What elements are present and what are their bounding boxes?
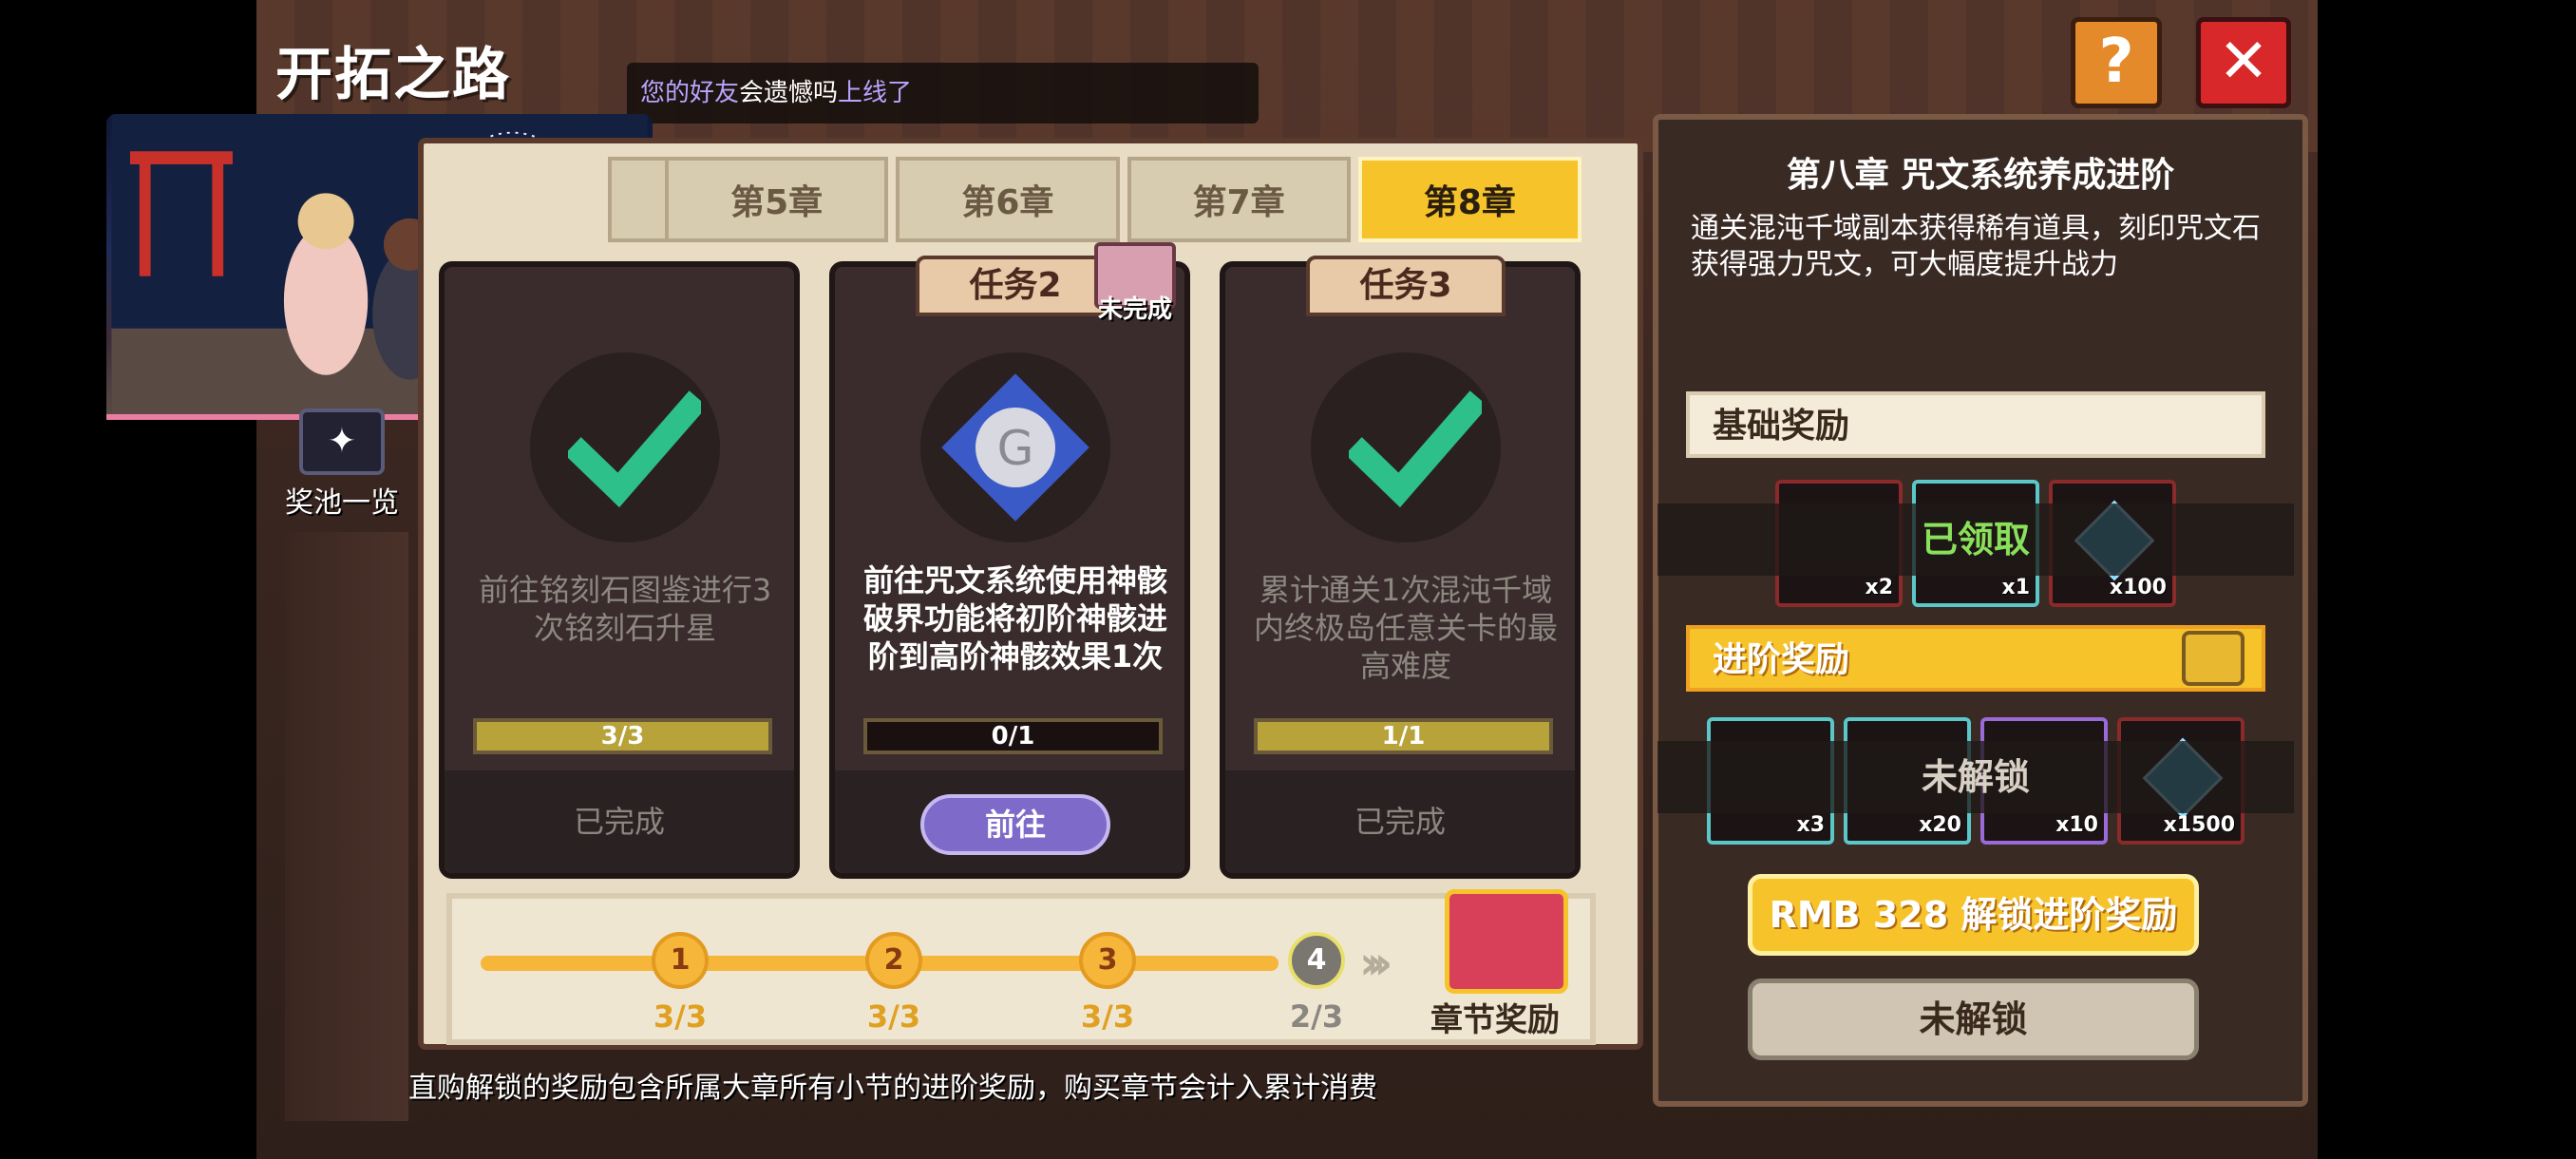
chapter-reward-label: 章节奖励 <box>1430 1001 1560 1039</box>
task-tag: 任务3 <box>1306 256 1506 316</box>
pool-icon: ✦ <box>299 408 385 475</box>
item-qty: x1 <box>2001 576 2031 599</box>
task-card-3: 任务3 累计通关1次混沌千域内终极岛任意关卡的最高难度 1/1 已完成 <box>1220 256 1581 879</box>
track-node-count: 3/3 <box>866 998 921 1035</box>
task-card-2: 任务2 G 前往咒文系统使用神骸破界功能将初阶神骸进阶到高阶神骸效果1次 0/1… <box>829 256 1190 879</box>
svg-text:G: G <box>997 421 1034 476</box>
task-tag: 任务2 <box>916 256 1115 316</box>
left-pillar <box>285 532 408 1121</box>
tab-chapter-7[interactable]: 第7章 <box>1127 157 1351 242</box>
task-medal: G <box>920 352 1110 542</box>
progress-text: 1/1 <box>1381 722 1426 750</box>
unfinished-badge: 未完成 <box>1088 242 1183 347</box>
progress-text: 3/3 <box>600 722 645 750</box>
help-button[interactable]: ? <box>2071 17 2162 108</box>
item-qty: x2 <box>1865 576 1894 599</box>
chevron-right-icon: ››› <box>1359 937 1393 990</box>
track-node-count: 3/3 <box>653 998 708 1035</box>
task-medal <box>1311 352 1501 542</box>
item-qty: x1500 <box>2163 813 2235 837</box>
pool-label: 奖池一览 <box>285 486 399 520</box>
task-status: 已完成 <box>445 770 794 873</box>
chapter-tabs: 第5章 第6章 第7章 第8章 <box>665 157 1582 242</box>
reward-pool-button[interactable]: ✦ 奖池一览 <box>280 408 404 521</box>
locked-button[interactable]: 未解锁 <box>1748 978 2199 1060</box>
progress-text: 0/1 <box>991 722 1035 750</box>
task-card-1: 前往铭刻石图鉴进行3次铭刻石升星 3/3 已完成 <box>439 261 800 879</box>
task-description: 前往咒文系统使用神骸破界功能将初阶神骸进阶到高阶神骸效果1次 <box>862 562 1167 674</box>
checkmark-icon <box>568 390 701 508</box>
locked-overlay: 未解锁 <box>1657 741 2294 813</box>
checkmark-icon <box>1349 390 1482 508</box>
task-status: 已完成 <box>1225 770 1575 873</box>
task-description: 前往铭刻石图鉴进行3次铭刻石升星 <box>478 572 772 646</box>
item-qty: x3 <box>1796 813 1826 837</box>
notification-prefix: 您的好友 <box>640 79 740 107</box>
close-button[interactable]: ✕ <box>2196 17 2291 108</box>
notification-suffix: 上线了 <box>838 79 913 107</box>
basic-reward-header: 基础奖励 <box>1686 391 2265 458</box>
tab-chapter-6[interactable]: 第6章 <box>896 157 1120 242</box>
go-button[interactable]: 前往 <box>920 794 1110 855</box>
purchase-note: 直购解锁的奖励包含所属大章所有小节的进阶奖励，购买章节会计入累计消费 <box>408 1072 1377 1105</box>
track-node-1[interactable]: 1 <box>652 932 709 989</box>
unfinished-label: 未完成 <box>1097 295 1172 324</box>
track-node-count: 2/3 <box>1289 998 1344 1035</box>
task-progress-bar: 1/1 <box>1254 718 1553 754</box>
notification-friend-name: 会遗憾吗 <box>739 79 839 107</box>
task-progress-bar: 3/3 <box>473 718 772 754</box>
item-qty: x20 <box>1919 813 1961 837</box>
track-node-3[interactable]: 3 <box>1079 932 1136 989</box>
rune-stone-icon: G <box>941 373 1089 522</box>
task-medal <box>530 352 720 542</box>
tab-chapter-8[interactable]: 第8章 <box>1357 157 1582 242</box>
page-title: 开拓之路 <box>275 42 511 108</box>
track-node-4[interactable]: 4 <box>1288 932 1345 989</box>
chapter-description: 通关混沌千域副本获得稀有道具，刻印咒文石获得强力咒文，可大幅度提升战力 <box>1691 212 2261 281</box>
advanced-reward-header: 进阶奖励 <box>1686 625 2265 692</box>
unlock-advanced-button[interactable]: RMB 328 解锁进阶奖励 <box>1748 874 2199 956</box>
friend-notification: 您的好友会遗憾吗上线了 <box>627 63 1259 124</box>
lock-icon <box>2182 631 2245 686</box>
track-node-2[interactable]: 2 <box>865 932 922 989</box>
claimed-overlay: 已领取 <box>1657 504 2294 576</box>
tab-chapter-5[interactable]: 第5章 <box>665 157 889 242</box>
chapter-chest-icon[interactable] <box>1445 889 1568 994</box>
task-description: 累计通关1次混沌千域内终极岛任意关卡的最高难度 <box>1253 572 1558 684</box>
track-node-count: 3/3 <box>1080 998 1135 1035</box>
chapter-progress-track: 1 3/3 2 3/3 3 3/3 4 2/3 ››› 章节奖励 <box>446 889 1596 1045</box>
item-qty: x10 <box>2055 813 2098 837</box>
item-qty: x100 <box>2109 576 2167 599</box>
chapter-title: 第八章 咒文系统养成进阶 <box>1786 156 2175 195</box>
task-progress-bar: 0/1 <box>863 718 1163 754</box>
